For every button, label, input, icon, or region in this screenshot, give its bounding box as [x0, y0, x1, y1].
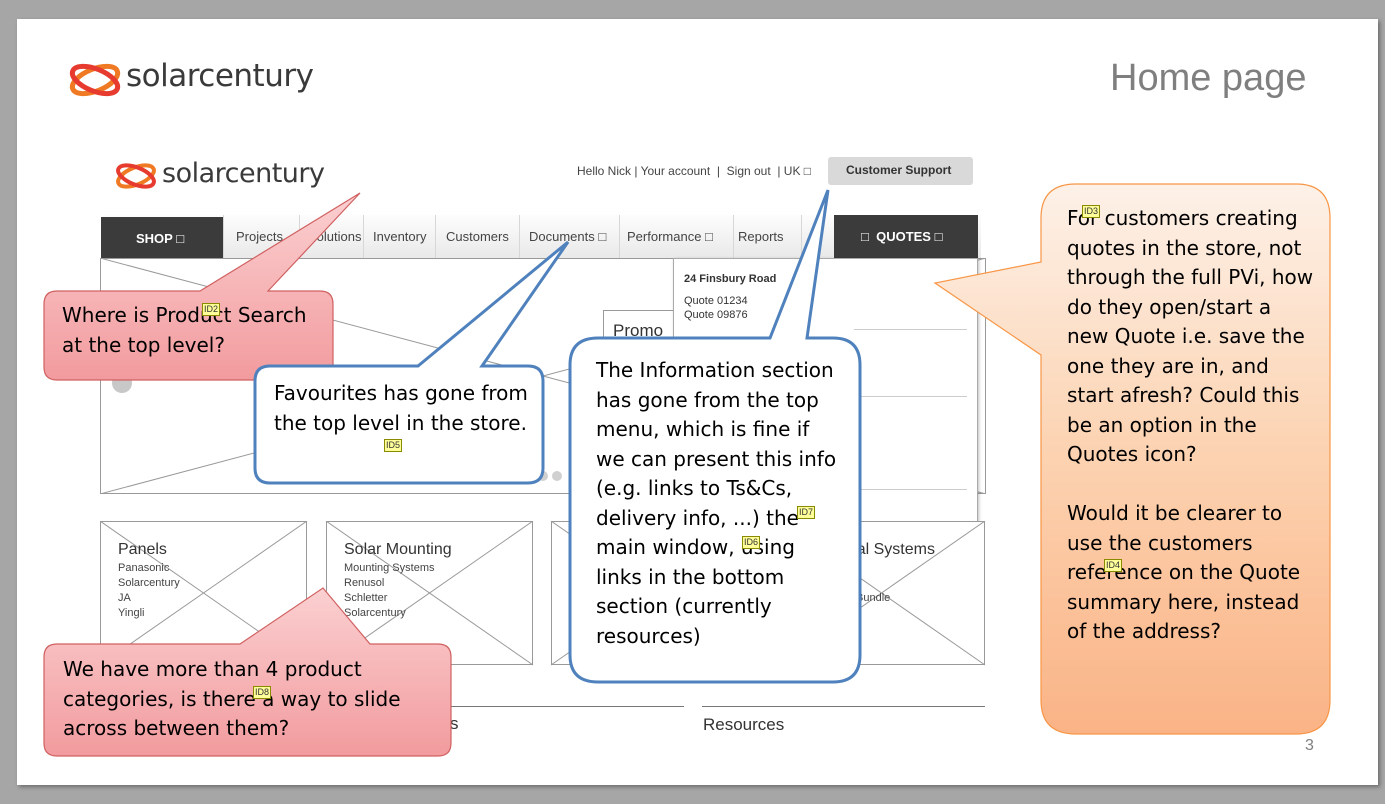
comment-tag[interactable]: ID2 [202, 303, 221, 316]
callout-text: Favourites has gone from the top level i… [274, 381, 528, 435]
callout-text: For customers creating quotes in the sto… [1067, 206, 1314, 466]
comment-tag[interactable]: ID8 [253, 686, 272, 699]
callout-favourites: Favourites has gone from the top level i… [274, 379, 534, 452]
callout-text: Where is Product Search at the top level… [62, 303, 307, 357]
comment-tag[interactable]: ID7 [797, 506, 816, 519]
comment-tag[interactable]: ID6 [742, 536, 761, 549]
comment-tag[interactable]: ID3 [1082, 205, 1101, 218]
callout-quotes: For customers creating quotes in the sto… [1067, 204, 1317, 647]
callout-text: Would it be clearer to use the customers… [1067, 501, 1301, 643]
callout-categories: We have more than 4 product categories, … [63, 655, 438, 744]
callout-information: The Information section has gone from th… [596, 356, 841, 651]
callout-text: The Information section has gone from th… [596, 358, 837, 648]
callout-product-search: Where is Product Search at the top level… [62, 301, 324, 360]
comment-tag[interactable]: ID4 [1104, 559, 1123, 572]
callout-text: We have more than 4 product categories, … [63, 657, 401, 740]
comment-tag[interactable]: ID5 [384, 439, 403, 452]
